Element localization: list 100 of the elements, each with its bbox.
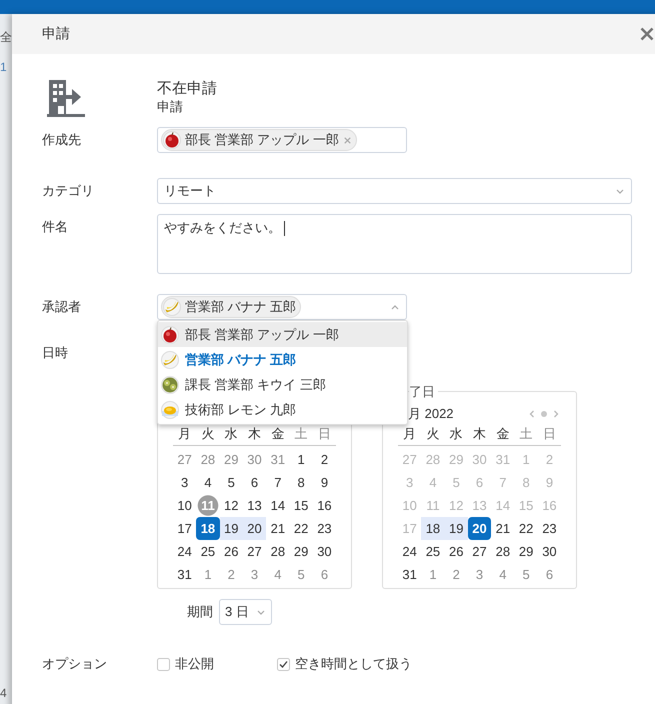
calendar-day[interactable]: 23	[312, 517, 336, 540]
today-dot-icon[interactable]	[539, 409, 549, 419]
calendar-day[interactable]: 29	[514, 540, 538, 563]
month-title: 月 2022	[408, 405, 454, 423]
calendar-day: 27	[398, 448, 422, 471]
person-name: 営業部 バナナ 五郎	[185, 298, 296, 316]
checkbox[interactable]	[157, 658, 170, 670]
calendar-day: 15	[514, 494, 538, 517]
calendar-day[interactable]: 20	[242, 517, 266, 540]
calendar-day[interactable]: 5	[220, 471, 243, 494]
calendar-day[interactable]: 29	[289, 540, 313, 563]
calendar-day[interactable]: 23	[538, 517, 562, 540]
weekday-label: 月	[402, 425, 418, 443]
calendar-day: 13	[468, 494, 492, 517]
calendar-day[interactable]: 30	[312, 540, 336, 563]
calendar-day[interactable]: 9	[312, 471, 336, 494]
calendar-day[interactable]: 16	[312, 494, 336, 517]
calendar-day: 3	[398, 471, 422, 494]
calendar-day[interactable]: 17	[173, 517, 196, 540]
calendar-day[interactable]: 15	[289, 494, 313, 517]
field-label: 件名	[42, 219, 68, 234]
calendar-day[interactable]: 22	[289, 517, 313, 540]
calendar-day[interactable]: 30	[538, 540, 562, 563]
calendar-day[interactable]: 19	[444, 517, 468, 540]
calendar-day: 17	[398, 517, 422, 540]
field-label: 期間	[187, 603, 213, 621]
calendar-day[interactable]: 3	[173, 471, 196, 494]
calendar-day[interactable]: 25	[421, 540, 445, 563]
calendar-day[interactable]: 24	[398, 540, 422, 563]
remove-icon[interactable]	[342, 136, 352, 144]
calendar-day: 31	[491, 448, 514, 471]
banana-icon	[161, 350, 179, 368]
apple-icon	[161, 326, 179, 344]
calendar-day[interactable]: 18	[196, 517, 220, 540]
calendar-day[interactable]: 27	[468, 540, 492, 563]
calendar-day[interactable]: 27	[242, 540, 266, 563]
calendar-day: 6	[468, 471, 492, 494]
field-label: カテゴリ	[42, 183, 94, 198]
calendar-day[interactable]: 14	[266, 494, 290, 517]
calendar-day: 12	[444, 494, 468, 517]
person-chip[interactable]: 部長 営業部 アップル 一郎	[161, 129, 357, 151]
calendar-day[interactable]: 31	[173, 563, 196, 586]
chevron-right-icon[interactable]	[551, 409, 561, 419]
calendar-day[interactable]: 6	[242, 471, 266, 494]
apple-icon	[163, 131, 181, 149]
calendar-day[interactable]: 21	[491, 517, 514, 540]
calendar-day[interactable]: 8	[289, 471, 313, 494]
form-subtitle: 申請	[157, 98, 184, 115]
kiwi-icon	[161, 376, 179, 394]
calendar-day: 14	[491, 494, 514, 517]
subject-textarea[interactable]: やすみをください。	[157, 214, 632, 274]
calendar-day[interactable]: 12	[220, 494, 243, 517]
calendar-day: 29	[444, 448, 468, 471]
recipient-field[interactable]: 部長 営業部 アップル 一郎	[157, 127, 407, 153]
building-exit-icon	[46, 78, 86, 118]
calendar-day[interactable]: 25	[196, 540, 220, 563]
calendar-day: 4	[421, 471, 445, 494]
calendar-day[interactable]: 28	[491, 540, 514, 563]
calendar-day[interactable]: 2	[312, 448, 336, 471]
approver-field[interactable]: 営業部 バナナ 五郎	[157, 294, 407, 320]
calendar-day: 30	[468, 448, 492, 471]
calendar-day: 8	[514, 471, 538, 494]
calendar-day[interactable]: 13	[242, 494, 266, 517]
calendar-day: 10	[398, 494, 422, 517]
calendar-day[interactable]: 10	[173, 494, 196, 517]
banana-icon	[163, 298, 181, 316]
calendar-day: 2	[538, 448, 562, 471]
checkbox-label: 空き時間として扱う	[295, 655, 412, 673]
calendar-day[interactable]: 31	[398, 563, 422, 586]
approver-option[interactable]: 技術部 レモン 九郎	[158, 397, 407, 422]
person-name: 部長 営業部 アップル 一郎	[185, 131, 339, 149]
period-select[interactable]: 3 日	[219, 599, 272, 625]
calendar-day[interactable]: 19	[220, 517, 243, 540]
calendar-day[interactable]: 7	[266, 471, 290, 494]
calendar-legend: 了日	[409, 384, 438, 399]
calendar-day[interactable]: 21	[266, 517, 290, 540]
calendar-day[interactable]: 22	[514, 517, 538, 540]
weekday-label: 土	[518, 425, 534, 443]
text-cursor	[284, 221, 285, 236]
calendar-day[interactable]: 1	[289, 448, 313, 471]
category-select[interactable]: リモート	[157, 178, 632, 204]
calendar-day[interactable]: 26	[220, 540, 243, 563]
chevron-left-icon[interactable]	[527, 409, 537, 419]
calendar-day[interactable]: 18	[421, 517, 445, 540]
weekday-label: 金	[495, 425, 510, 443]
dialog-title: 申請	[42, 25, 70, 43]
person-chip[interactable]: 営業部 バナナ 五郎	[161, 296, 302, 318]
checkbox[interactable]	[277, 658, 290, 670]
calendar-day[interactable]: 24	[173, 540, 196, 563]
calendar-day: 28	[421, 448, 445, 471]
approver-option[interactable]: 部長 営業部 アップル 一郎	[158, 322, 407, 347]
close-icon[interactable]	[640, 27, 654, 41]
field-label: オプション	[42, 656, 107, 671]
approver-option[interactable]: 営業部 バナナ 五郎	[158, 347, 407, 372]
approver-option[interactable]: 課長 営業部 キウイ 三郎	[158, 372, 407, 397]
background-text: 1	[0, 60, 8, 74]
calendar-day[interactable]: 4	[196, 471, 220, 494]
calendar-day[interactable]: 20	[468, 517, 492, 540]
calendar-day[interactable]: 26	[444, 540, 468, 563]
calendar-day[interactable]: 28	[266, 540, 290, 563]
